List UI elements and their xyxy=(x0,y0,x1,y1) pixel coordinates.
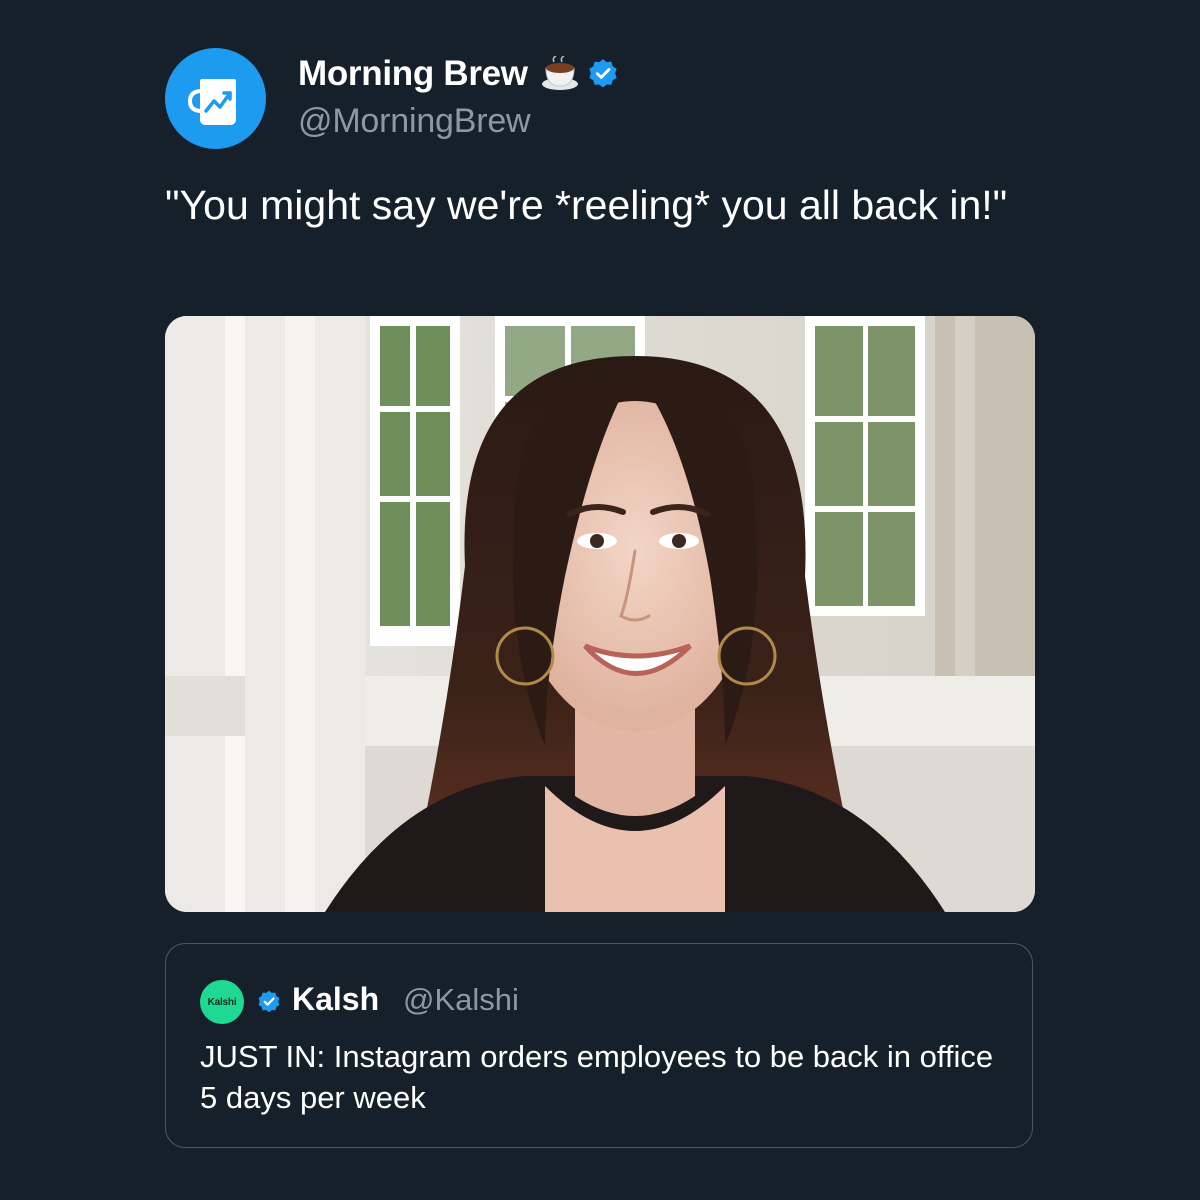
quoted-tweet-text: JUST IN: Instagram orders employees to b… xyxy=(200,1039,994,1115)
verified-badge-icon xyxy=(586,57,620,91)
quoted-author-handle[interactable]: @Kalshi xyxy=(403,982,519,1018)
verified-badge-icon xyxy=(256,989,282,1015)
tweet-text: "You might say we're *reeling* you all b… xyxy=(165,182,1008,228)
tweet-card: Morning Brew @MorningBrew "You might say… xyxy=(0,0,1200,1200)
mug-chart-icon xyxy=(187,78,236,125)
author-name[interactable]: Morning Brew xyxy=(298,54,528,94)
quoted-author-name[interactable]: Kalsh xyxy=(292,981,379,1018)
author-name-row[interactable]: Morning Brew xyxy=(298,52,620,96)
author-handle[interactable]: @MorningBrew xyxy=(298,102,531,141)
tweet-media-photo[interactable] xyxy=(165,316,1035,912)
quoted-author-avatar[interactable]: Kalshi xyxy=(200,980,244,1024)
photo-illustration xyxy=(165,316,1035,912)
author-avatar[interactable] xyxy=(165,48,266,149)
coffee-cup-icon xyxy=(540,56,580,92)
quoted-avatar-label: Kalshi xyxy=(207,996,237,1008)
quoted-tweet-card[interactable]: Kalshi Kalsh @Kalshi JUST IN: Instagram … xyxy=(165,943,1033,1148)
